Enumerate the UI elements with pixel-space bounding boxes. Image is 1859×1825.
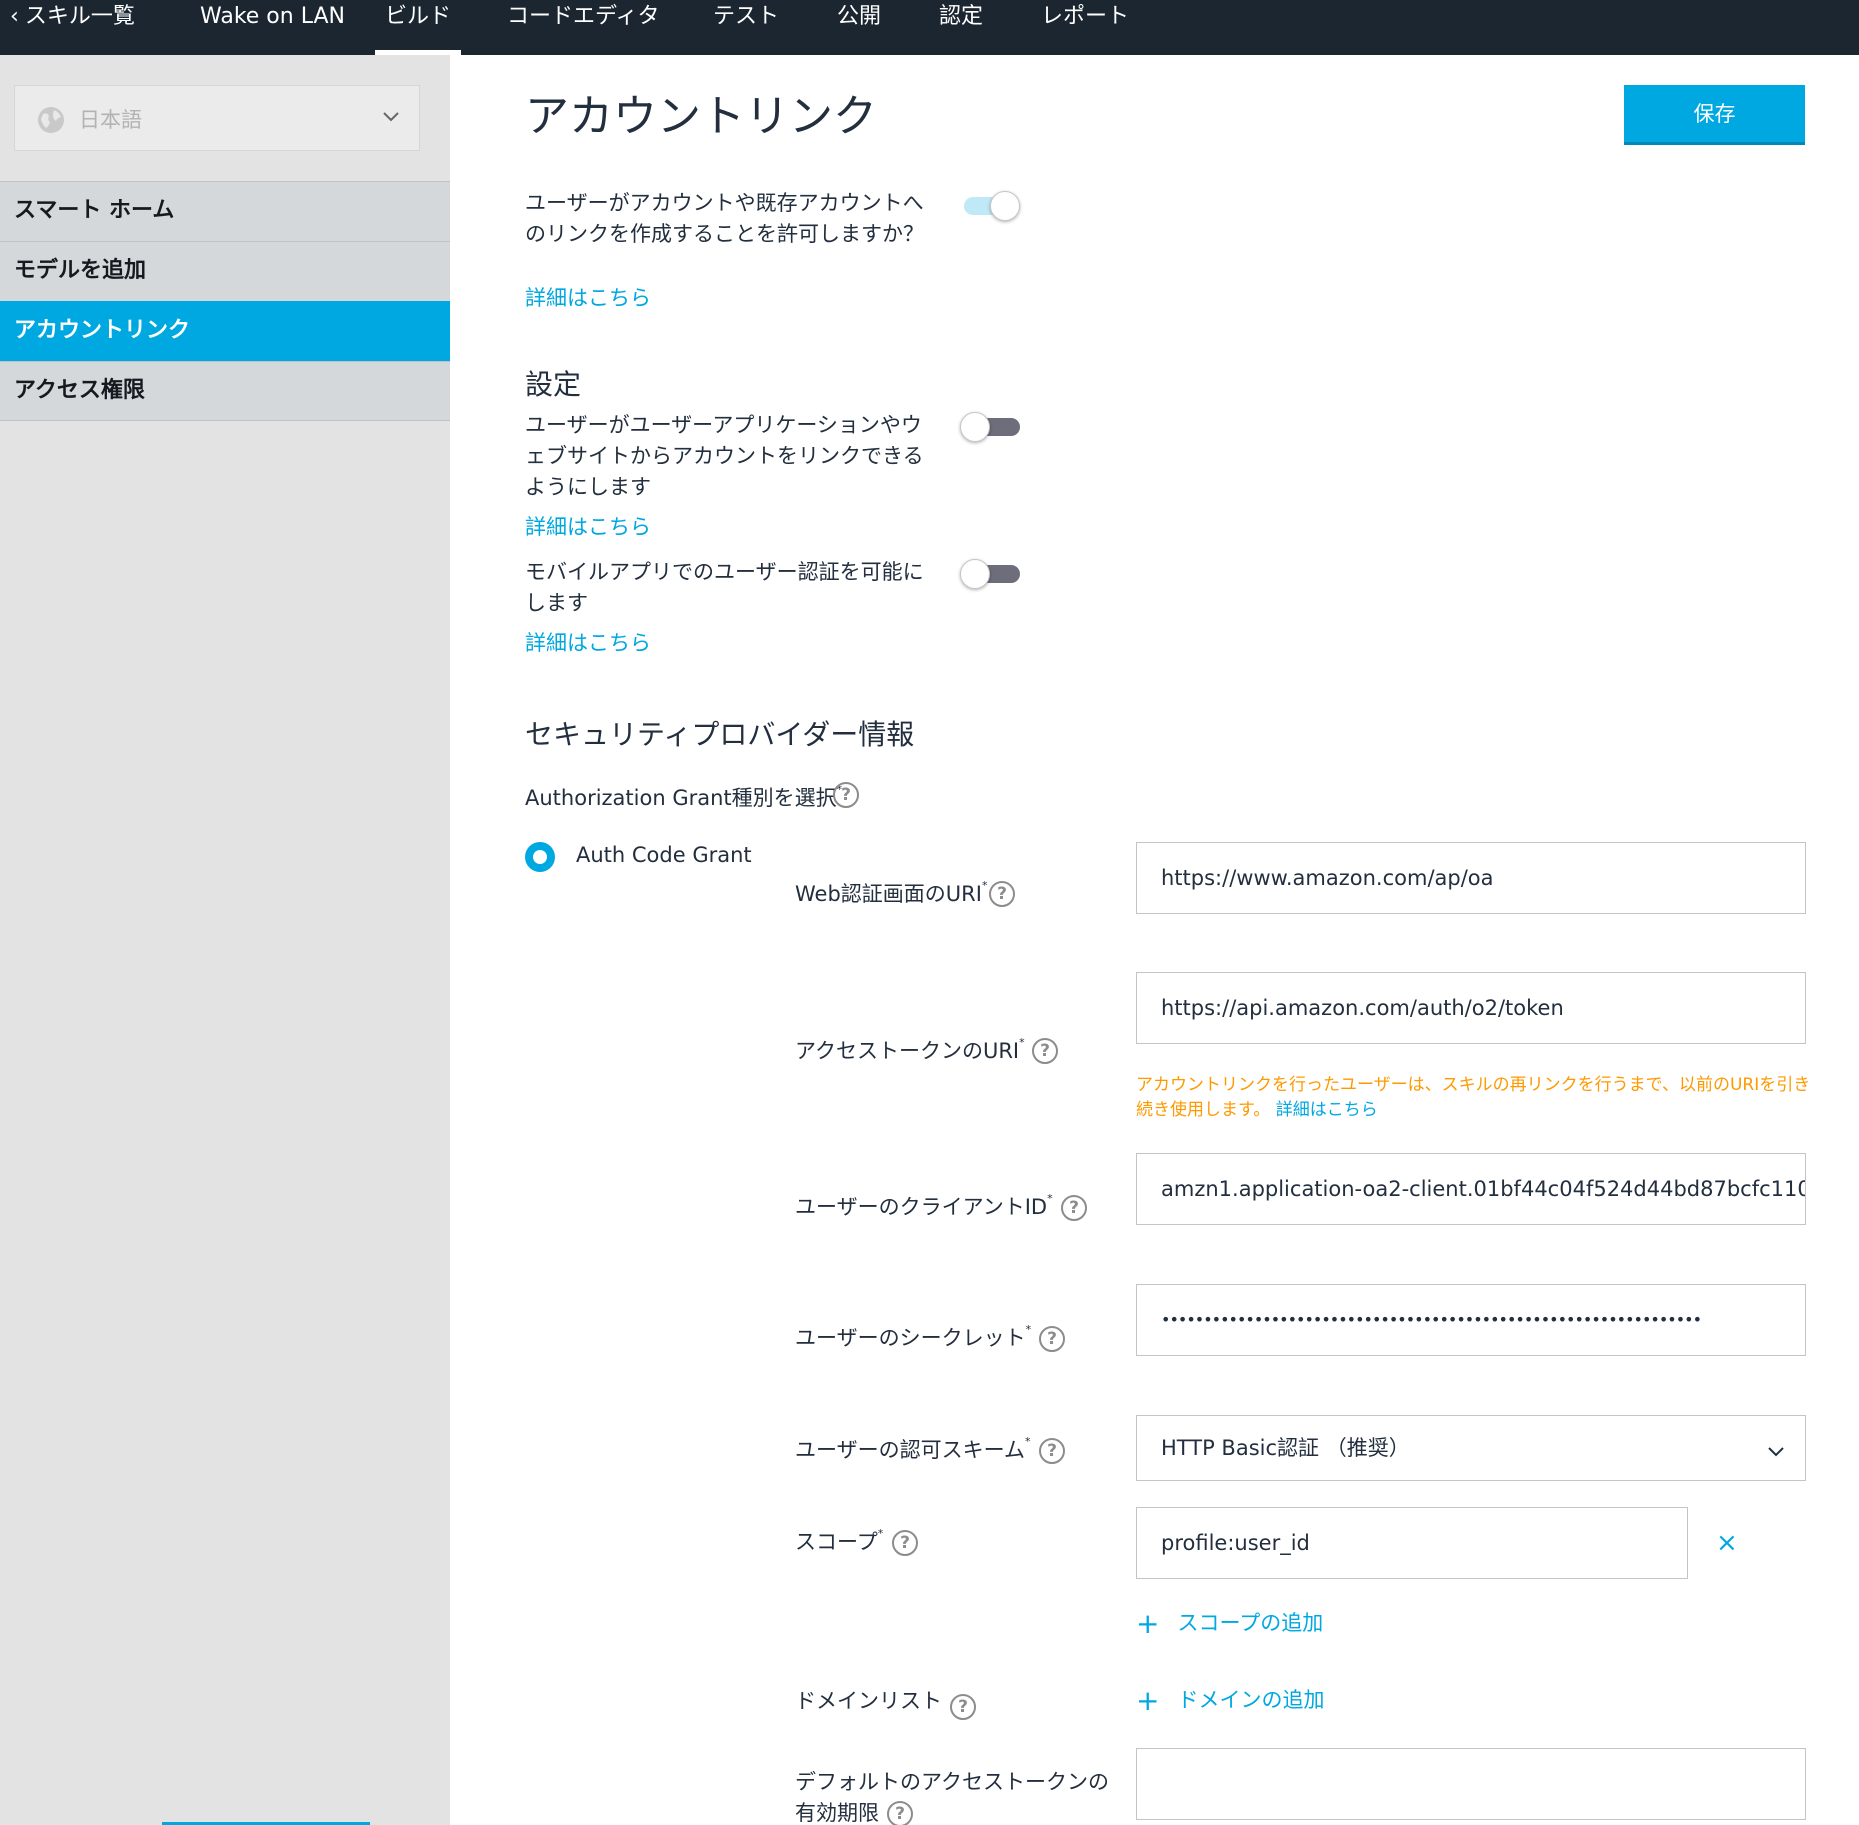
client-id-label: ユーザーのクライアントID* xyxy=(795,1187,1053,1223)
plus-icon: + xyxy=(1136,1607,1160,1640)
web-auth-uri-label: Web認証画面のURI* xyxy=(795,874,987,910)
app-linking-toggle[interactable] xyxy=(960,412,1020,442)
sidebar-item-add-model[interactable]: モデルを追加 xyxy=(0,241,450,301)
allow-linking-toggle[interactable] xyxy=(960,191,1020,221)
chevron-left-icon: ‹ xyxy=(10,4,19,29)
help-circle-icon[interactable]: ? xyxy=(1061,1195,1087,1221)
web-auth-uri-input[interactable]: https://www.amazon.com/ap/oa xyxy=(1136,842,1806,914)
help-circle-icon[interactable]: ? xyxy=(892,1530,918,1556)
save-button[interactable]: 保存 xyxy=(1624,85,1805,145)
web-auth-uri-label-text: Web認証画面のURI xyxy=(795,882,982,906)
sidebar: 日本語 スマート ホーム モデルを追加 アカウントリンク アクセス権限 xyxy=(0,55,450,1825)
token-uri-warning: アカウントリンクを行ったユーザーは、スキルの再リンクを行うまで、以前のURIを引… xyxy=(1136,1073,1816,1123)
access-token-uri-input[interactable]: https://api.amazon.com/auth/o2/token xyxy=(1136,972,1806,1044)
mobile-auth-line1: モバイルアプリでのユーザー認証を可能に xyxy=(525,560,924,584)
help-circle-icon[interactable]: ? xyxy=(950,1694,976,1720)
top-navigation: ‹ スキル一覧 Wake on LAN ビルド コードエディタ テスト 公開 認定… xyxy=(0,0,1859,55)
app-linking-line2: ェブサイトからアカウントをリンクできる xyxy=(525,444,924,468)
tab-publish[interactable]: 公開 xyxy=(837,0,881,55)
toggle-knob xyxy=(960,559,990,589)
language-select[interactable]: 日本語 xyxy=(14,85,420,151)
help-circle-icon[interactable]: ? xyxy=(1032,1038,1058,1064)
chevron-down-icon xyxy=(1768,1447,1784,1457)
toggle-knob xyxy=(960,412,990,442)
tab-build[interactable]: ビルド xyxy=(374,0,462,55)
domain-list-label: ドメインリスト xyxy=(795,1689,942,1713)
token-uri-warning-text: アカウントリンクを行ったユーザーは、スキルの再リンクを行うまで、以前のURIを引… xyxy=(1136,1075,1811,1120)
close-icon[interactable]: × xyxy=(1716,1528,1738,1558)
scope-label-text: スコープ xyxy=(795,1530,878,1554)
tab-reports[interactable]: レポート xyxy=(1041,0,1129,55)
client-secret-input[interactable]: ••••••••••••••••••••••••••••••••••••••••… xyxy=(1136,1284,1806,1356)
scope-input[interactable]: profile:user_id xyxy=(1136,1507,1688,1579)
required-mark: * xyxy=(877,1527,884,1540)
auth-code-grant-radio[interactable] xyxy=(525,842,555,872)
mobile-auth-description: モバイルアプリでのユーザー認証を可能に します xyxy=(525,557,924,619)
chevron-down-icon xyxy=(383,112,399,122)
add-scope-button[interactable]: + スコープの追加 xyxy=(1136,1604,1324,1640)
allow-linking-question: ユーザーがアカウントや既存アカウントへ のリンクを作成することを許可しますか？ xyxy=(525,188,924,250)
default-expiry-label: デフォルトのアクセストークンの 有効期限 xyxy=(795,1767,1109,1825)
allow-linking-question-line2: のリンクを作成することを許可しますか？ xyxy=(525,222,924,246)
client-secret-label: ユーザーのシークレット* xyxy=(795,1318,1031,1354)
tab-test[interactable]: テスト xyxy=(713,0,779,55)
help-circle-icon[interactable]: ? xyxy=(833,782,859,808)
default-expiry-label-line1: デフォルトのアクセストークンの xyxy=(795,1770,1109,1794)
required-mark: * xyxy=(1025,1323,1032,1336)
help-circle-icon[interactable]: ? xyxy=(887,1801,913,1825)
security-provider-heading: セキュリティプロバイダー情報 xyxy=(525,718,915,751)
auth-scheme-value: HTTP Basic認証 （推奨） xyxy=(1161,1436,1410,1460)
auth-code-grant-label: Auth Code Grant xyxy=(576,843,752,867)
allow-linking-learn-more-link[interactable]: 詳細はこちら xyxy=(525,282,651,312)
globe-icon xyxy=(38,107,64,133)
client-secret-label-text: ユーザーのシークレット xyxy=(795,1326,1026,1350)
required-mark: * xyxy=(1019,1036,1025,1049)
scope-label: スコープ* xyxy=(795,1522,883,1558)
back-label: スキル一覧 xyxy=(24,4,135,29)
client-id-label-text: ユーザーのクライアントID xyxy=(795,1195,1048,1219)
mobile-auth-toggle[interactable] xyxy=(960,559,1020,589)
skill-name[interactable]: Wake on LAN xyxy=(200,0,345,55)
required-mark: * xyxy=(1047,1192,1053,1205)
required-mark: * xyxy=(981,879,988,892)
help-circle-icon[interactable]: ? xyxy=(1039,1326,1065,1352)
access-token-uri-label-text: アクセストークンのURI xyxy=(795,1039,1020,1063)
allow-linking-question-line1: ユーザーがアカウントや既存アカウントへ xyxy=(525,191,924,215)
token-uri-learn-more-link[interactable]: 詳細はこちら xyxy=(1276,1100,1378,1120)
app-linking-description: ユーザーがユーザーアプリケーションやウ ェブサイトからアカウントをリンクできる … xyxy=(525,410,924,503)
tab-code-editor[interactable]: コードエディタ xyxy=(507,0,659,55)
default-expiry-label-line2: 有効期限 xyxy=(795,1801,879,1825)
page-title: アカウントリンク xyxy=(525,91,877,142)
default-expiry-input[interactable] xyxy=(1136,1748,1806,1820)
app-linking-line1: ユーザーがユーザーアプリケーションやウ xyxy=(525,413,922,437)
sidebar-item-permissions[interactable]: アクセス権限 xyxy=(0,361,450,421)
grant-type-label: Authorization Grant種別を選択* xyxy=(525,778,842,814)
app-linking-line3: ようにします xyxy=(525,475,651,499)
language-label: 日本語 xyxy=(79,108,142,132)
add-domain-button[interactable]: + ドメインの追加 xyxy=(1136,1681,1325,1717)
sidebar-item-account-linking[interactable]: アカウントリンク xyxy=(0,301,450,361)
grant-type-label-text: Authorization Grant種別を選択 xyxy=(525,786,837,810)
sidebar-item-smart-home[interactable]: スマート ホーム xyxy=(0,181,450,241)
add-scope-label: スコープの追加 xyxy=(1177,1611,1324,1635)
help-circle-icon[interactable]: ? xyxy=(1039,1438,1065,1464)
auth-scheme-select[interactable]: HTTP Basic認証 （推奨） xyxy=(1136,1415,1806,1481)
plus-icon: + xyxy=(1136,1684,1160,1717)
help-circle-icon[interactable]: ? xyxy=(989,881,1015,907)
required-mark: * xyxy=(1024,1435,1031,1448)
auth-scheme-label-text: ユーザーの認可スキーム xyxy=(795,1438,1025,1462)
access-token-uri-label: アクセストークンのURI* xyxy=(795,1031,1025,1067)
auth-scheme-label: ユーザーの認可スキーム* xyxy=(795,1430,1030,1466)
toggle-knob xyxy=(990,191,1020,221)
tab-certification[interactable]: 認定 xyxy=(939,0,983,55)
mobile-auth-line2: します xyxy=(525,591,588,615)
mobile-auth-learn-more-link[interactable]: 詳細はこちら xyxy=(525,627,651,657)
app-linking-learn-more-link[interactable]: 詳細はこちら xyxy=(525,511,651,541)
back-to-skills-link[interactable]: ‹ スキル一覧 xyxy=(10,0,135,55)
add-domain-label: ドメインの追加 xyxy=(1177,1688,1325,1712)
settings-heading: 設定 xyxy=(525,368,582,401)
client-id-input[interactable]: amzn1.application-oa2-client.01bf44c04f5… xyxy=(1136,1153,1806,1225)
